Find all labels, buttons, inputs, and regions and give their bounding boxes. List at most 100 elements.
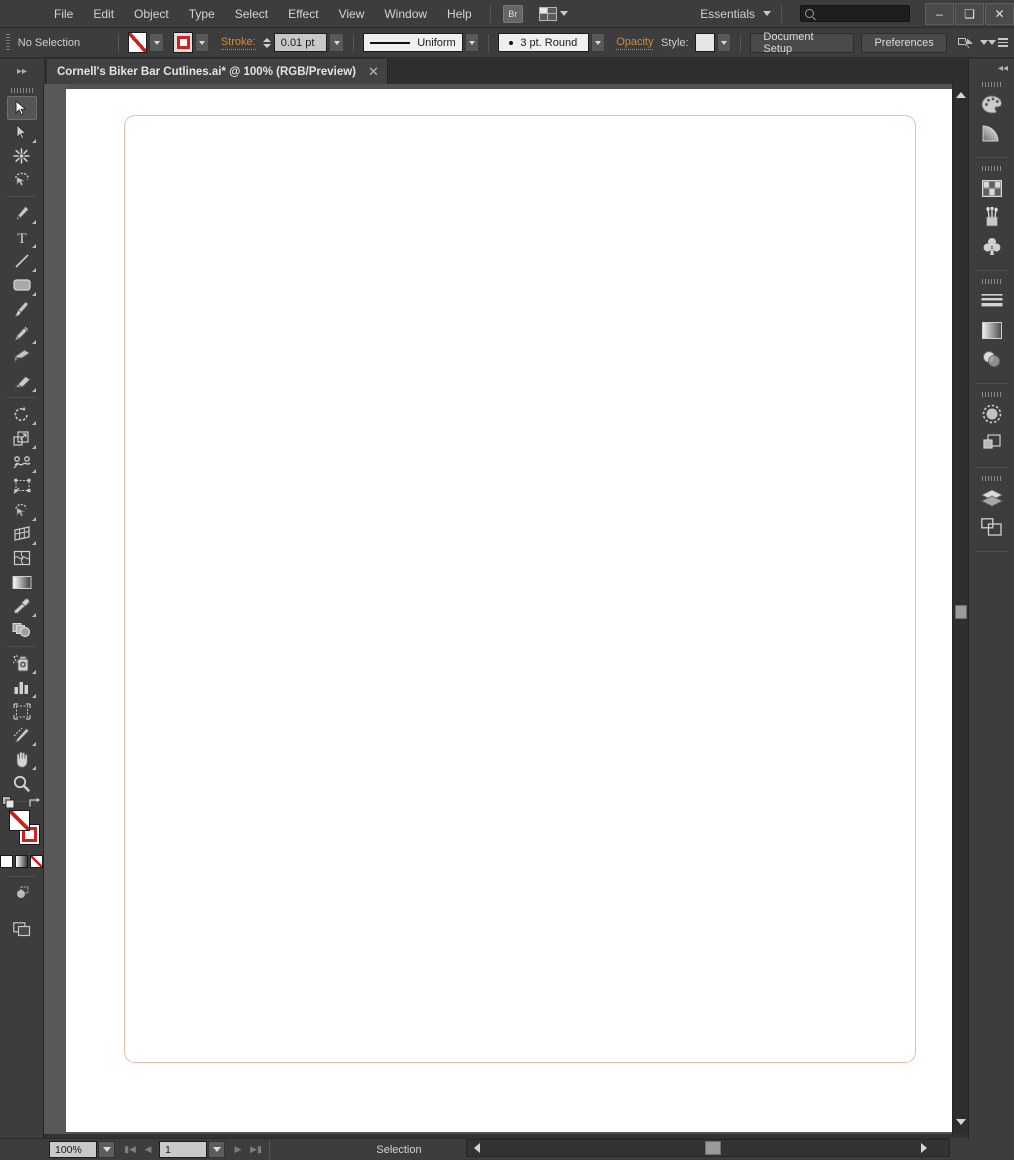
- brush-definition-dropdown[interactable]: [590, 33, 605, 52]
- panel-symbols[interactable]: [977, 232, 1007, 260]
- vertical-scrollbar[interactable]: [952, 84, 968, 1134]
- tools-panel-grip[interactable]: [0, 84, 43, 96]
- swap-fill-stroke-button[interactable]: [28, 797, 41, 811]
- search-input[interactable]: [818, 7, 904, 20]
- tool-zoom[interactable]: [7, 771, 37, 795]
- graphic-style-swatch[interactable]: [695, 33, 716, 52]
- stroke-profile-select[interactable]: Uniform: [362, 33, 463, 52]
- window-close-button[interactable]: ✕: [985, 2, 1014, 25]
- stepper-up-icon[interactable]: [263, 37, 272, 42]
- tool-paintbrush[interactable]: [7, 297, 37, 321]
- vertical-scrollbar-thumb[interactable]: [955, 605, 967, 619]
- document-tab[interactable]: Cornell's Biker Bar Cutlines.ai* @ 100% …: [47, 59, 388, 84]
- window-maximize-button[interactable]: ❑: [955, 2, 984, 25]
- artboard-number-dropdown[interactable]: [208, 1141, 225, 1158]
- menu-edit[interactable]: Edit: [83, 0, 124, 28]
- menu-window[interactable]: Window: [374, 0, 437, 28]
- tool-scale[interactable]: [7, 426, 37, 450]
- drawing-mode-button[interactable]: [7, 881, 37, 905]
- dock-group-grip[interactable]: [969, 276, 1014, 286]
- workspace-switcher[interactable]: Essentials: [700, 7, 771, 21]
- menu-select[interactable]: Select: [225, 0, 278, 28]
- tool-gradient[interactable]: [7, 570, 37, 594]
- stroke-weight-stepper[interactable]: [263, 34, 272, 52]
- window-minimize-button[interactable]: –: [925, 2, 954, 25]
- horizontal-scrollbar-thumb[interactable]: [705, 1141, 721, 1155]
- panel-graphic-styles[interactable]: [977, 429, 1007, 457]
- next-artboard-button[interactable]: ▶: [229, 1141, 247, 1158]
- panel-color-guide[interactable]: [977, 119, 1007, 147]
- stroke-weight-input[interactable]: 0.01 pt: [273, 33, 328, 52]
- tool-magic-wand[interactable]: [7, 144, 37, 168]
- dock-group-grip[interactable]: [969, 473, 1014, 483]
- color-mode-none-button[interactable]: [30, 855, 43, 868]
- menu-view[interactable]: View: [329, 0, 375, 28]
- color-mode-solid-button[interactable]: [0, 855, 13, 868]
- tool-eraser[interactable]: [7, 369, 37, 393]
- first-artboard-button[interactable]: ▮◀: [121, 1141, 139, 1158]
- tool-slice[interactable]: [7, 723, 37, 747]
- stroke-weight-dropdown[interactable]: [329, 33, 344, 52]
- tool-selection[interactable]: [6, 96, 37, 120]
- fill-stroke-indicator[interactable]: [0, 796, 44, 852]
- menu-file[interactable]: File: [44, 0, 83, 28]
- align-to-selection-button[interactable]: [958, 36, 989, 50]
- menu-help[interactable]: Help: [437, 0, 482, 28]
- horizontal-scrollbar[interactable]: [466, 1139, 950, 1157]
- dock-group-grip[interactable]: [969, 79, 1014, 89]
- preferences-button[interactable]: Preferences: [861, 32, 947, 53]
- panel-stroke[interactable]: [977, 287, 1007, 315]
- panel-brushes[interactable]: [977, 203, 1007, 231]
- change-screen-mode-button[interactable]: [7, 917, 37, 941]
- tool-type[interactable]: T: [7, 225, 37, 249]
- collapse-panels-button[interactable]: ◂◂: [969, 59, 1014, 77]
- menu-type[interactable]: Type: [179, 0, 225, 28]
- last-artboard-button[interactable]: ▶▮: [247, 1141, 265, 1158]
- menu-object[interactable]: Object: [124, 0, 179, 28]
- control-panel-menu-button[interactable]: [988, 38, 1009, 47]
- tool-blob-brush[interactable]: [7, 345, 37, 369]
- dock-group-grip[interactable]: [969, 389, 1014, 399]
- tool-eyedropper[interactable]: [7, 594, 37, 618]
- search-field[interactable]: [800, 5, 910, 22]
- control-bar-grip[interactable]: [6, 33, 10, 52]
- panel-layers[interactable]: [977, 484, 1007, 512]
- canvas-page[interactable]: [66, 89, 960, 1132]
- panel-artboards[interactable]: [977, 513, 1007, 541]
- panel-swatches[interactable]: [977, 174, 1007, 202]
- opacity-label[interactable]: Opacity: [616, 36, 654, 50]
- tool-line-segment[interactable]: [7, 249, 37, 273]
- tool-symbol-sprayer[interactable]: [7, 651, 37, 675]
- panel-gradient[interactable]: [977, 316, 1007, 344]
- scroll-right-button[interactable]: [915, 1140, 932, 1156]
- tool-rectangle[interactable]: [7, 273, 37, 297]
- tool-direct-selection[interactable]: [7, 120, 37, 144]
- brush-definition-select[interactable]: 3 pt. Round: [497, 33, 589, 52]
- tool-mesh[interactable]: [7, 546, 37, 570]
- tool-blend[interactable]: [7, 618, 37, 642]
- panel-transparency[interactable]: [977, 345, 1007, 373]
- scroll-down-button[interactable]: [953, 1114, 969, 1130]
- panel-appearance[interactable]: [977, 400, 1007, 428]
- previous-artboard-button[interactable]: ◀: [139, 1141, 157, 1158]
- canvas-area[interactable]: [44, 84, 960, 1134]
- tool-width[interactable]: [7, 450, 37, 474]
- tool-shape-builder[interactable]: [7, 498, 37, 522]
- artboard[interactable]: [124, 115, 916, 1063]
- graphic-style-dropdown[interactable]: [717, 33, 732, 52]
- tool-free-transform[interactable]: [7, 474, 37, 498]
- stepper-down-icon[interactable]: [263, 43, 272, 48]
- panel-color[interactable]: [977, 90, 1007, 118]
- stroke-color-swatch[interactable]: [173, 32, 194, 53]
- fill-color-swatch[interactable]: [127, 32, 148, 53]
- tool-rotate[interactable]: [7, 402, 37, 426]
- tool-lasso[interactable]: [7, 168, 37, 192]
- bridge-icon[interactable]: Br: [502, 4, 523, 23]
- zoom-level-input[interactable]: 100%: [49, 1141, 97, 1158]
- arrange-documents-button[interactable]: [538, 6, 568, 21]
- tool-perspective-grid[interactable]: [7, 522, 37, 546]
- zoom-level-dropdown[interactable]: [98, 1141, 115, 1158]
- tool-hand[interactable]: [7, 747, 37, 771]
- color-mode-gradient-button[interactable]: [15, 855, 28, 868]
- artboard-number-input[interactable]: 1: [159, 1141, 207, 1158]
